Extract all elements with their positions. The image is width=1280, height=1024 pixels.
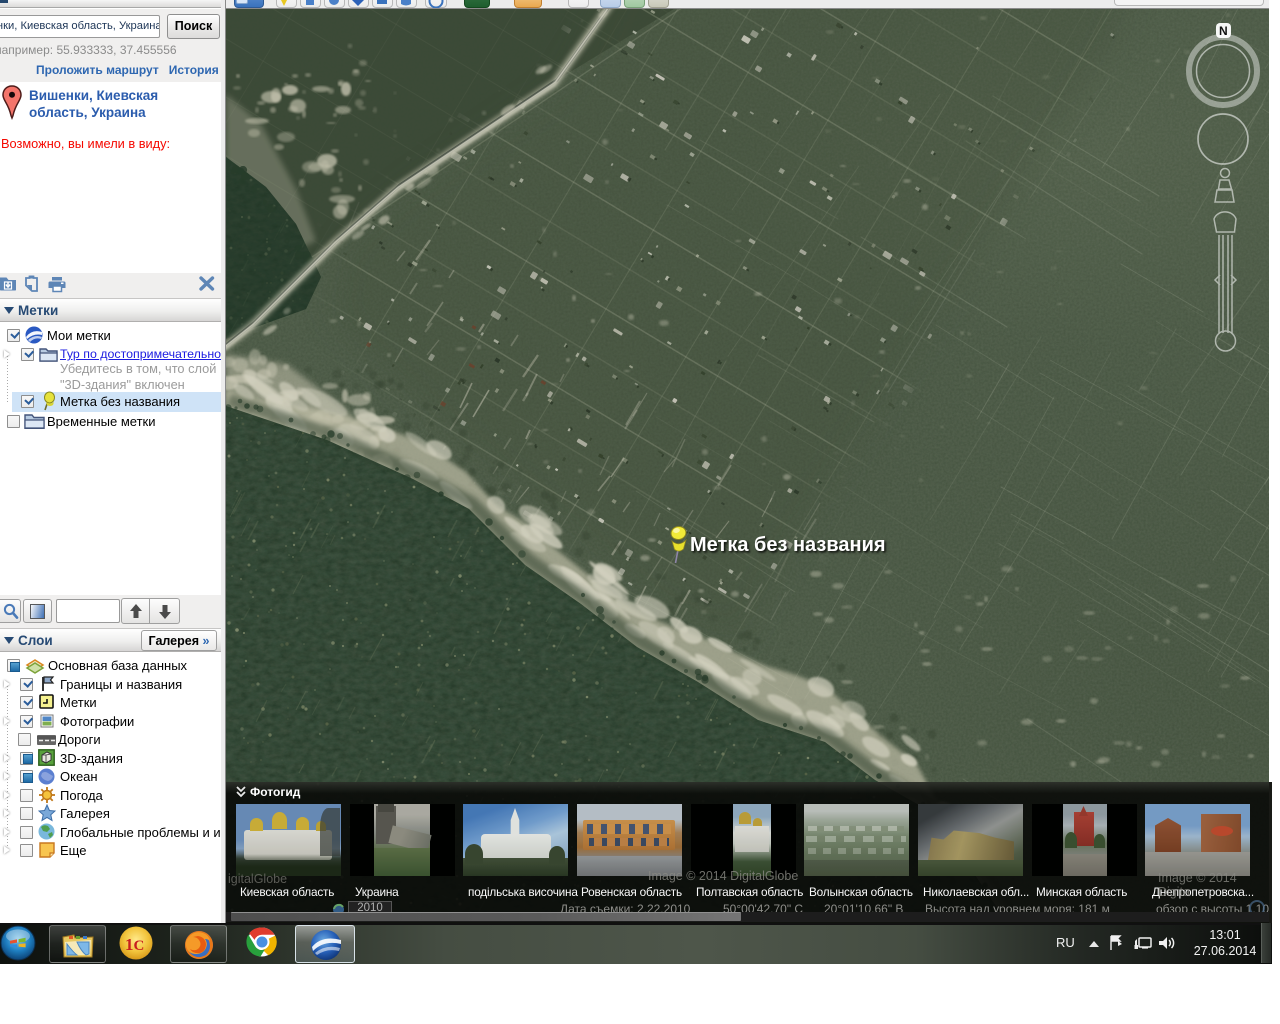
svg-text:N: N (1219, 24, 1228, 38)
svg-text:Метка без названия: Метка без названия (690, 534, 886, 556)
svg-text:1С: 1С (125, 935, 144, 954)
